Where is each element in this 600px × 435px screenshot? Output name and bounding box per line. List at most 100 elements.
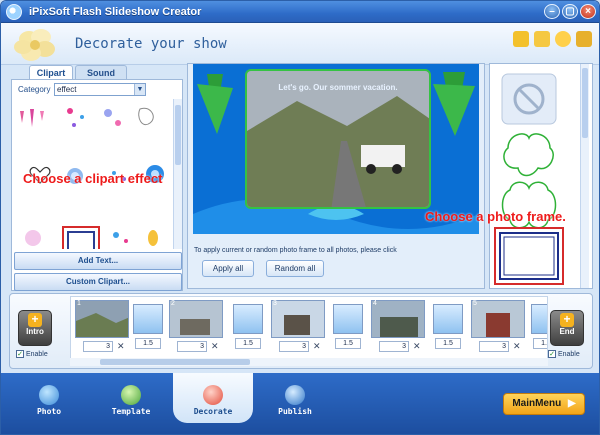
- clipart-outline[interactable]: [132, 103, 162, 133]
- transition-duration[interactable]: 1.5: [335, 338, 361, 349]
- slide-item[interactable]: 2 3 ✕: [169, 300, 223, 356]
- intro-enable-checkbox[interactable]: ✓: [16, 350, 24, 358]
- slide-number: 2: [171, 300, 175, 307]
- scrollbar-thumb[interactable]: [100, 359, 250, 365]
- maximize-button[interactable]: ▢: [562, 4, 578, 19]
- slide-duration[interactable]: 3: [479, 341, 509, 352]
- clipart-stars[interactable]: [62, 103, 92, 133]
- intro-enable[interactable]: ✓ Enable: [16, 350, 48, 358]
- tab-sound[interactable]: Sound: [75, 65, 127, 79]
- transition-item[interactable]: 1.5: [433, 304, 463, 356]
- frame-none[interactable]: [498, 70, 560, 128]
- nav-decorate[interactable]: Decorate: [173, 373, 253, 423]
- title-bar[interactable]: iPixSoft Flash Slideshow Creator – ▢ ×: [1, 1, 599, 23]
- frame-scrollbar[interactable]: [580, 64, 589, 288]
- timeline: + Intro ✓ Enable 1 3 ✕ 1.5 2 3 ✕ 1.5 3 3…: [9, 293, 593, 369]
- delete-icon[interactable]: ✕: [513, 341, 521, 352]
- chevron-down-icon[interactable]: ▼: [134, 84, 145, 95]
- nav-template[interactable]: Template: [91, 373, 171, 423]
- slide-number: 5: [473, 300, 477, 307]
- nav-photo[interactable]: Photo: [9, 373, 89, 423]
- delete-icon[interactable]: ✕: [413, 341, 421, 352]
- frame-double-border: [499, 232, 559, 280]
- slide-item[interactable]: 5 3 ✕: [471, 300, 525, 356]
- transition-item[interactable]: 1.5: [333, 304, 363, 356]
- transition-item[interactable]: 1.5: [233, 304, 263, 356]
- clipart-leaf[interactable]: [142, 227, 164, 249]
- slide-duration[interactable]: 3: [279, 341, 309, 352]
- apply-all-button[interactable]: Apply all: [202, 260, 254, 277]
- intro-slot: + Intro ✓ Enable: [14, 302, 60, 366]
- frame-cloud[interactable]: [498, 124, 560, 182]
- delete-icon[interactable]: ✕: [211, 341, 219, 352]
- transition-duration[interactable]: 1.5: [235, 338, 261, 349]
- delete-icon[interactable]: ✕: [313, 341, 321, 352]
- clipart-panel: Clipart Sound Category effect ▼ Add Text…: [11, 65, 183, 291]
- nav-publish-label: Publish: [278, 407, 312, 416]
- end-enable-checkbox[interactable]: ✓: [548, 350, 556, 358]
- nav-publish[interactable]: Publish: [255, 373, 335, 423]
- transition-item[interactable]: 1.5: [133, 304, 163, 356]
- transition-icon: [233, 304, 263, 334]
- category-label: Category: [18, 85, 51, 94]
- folder-icon[interactable]: [513, 31, 529, 47]
- clipart-sparkle[interactable]: [98, 103, 128, 133]
- photo-frame-panel: [489, 63, 593, 289]
- category-select[interactable]: effect ▼: [54, 83, 146, 96]
- scrollbar-thumb[interactable]: [582, 68, 588, 138]
- delete-icon[interactable]: ✕: [117, 341, 125, 352]
- custom-clipart-button[interactable]: Custom Clipart...: [14, 273, 182, 291]
- clipart-bits[interactable]: [108, 227, 134, 249]
- arrow-right-icon: ▶: [567, 398, 576, 409]
- save-icon[interactable]: [534, 31, 550, 47]
- main-menu-button[interactable]: MainMenu ▶: [503, 393, 585, 415]
- slide-item[interactable]: 1 3 ✕: [75, 300, 129, 356]
- transition-duration[interactable]: 1.5: [135, 338, 161, 349]
- help-icon[interactable]: [555, 31, 571, 47]
- clipart-selected-frame: [67, 231, 95, 249]
- slide-duration[interactable]: 3: [83, 341, 113, 352]
- nav-photo-label: Photo: [36, 407, 62, 416]
- close-button[interactable]: ×: [580, 4, 596, 19]
- transition-icon: [433, 304, 463, 334]
- scrollbar-thumb[interactable]: [175, 105, 181, 165]
- slide-number: 3: [273, 300, 277, 307]
- info-icon[interactable]: [576, 31, 592, 47]
- slide-strip: 1 3 ✕ 1.5 2 3 ✕ 1.5 3 3 ✕ 1.5 4 3 ✕ 1.5 …: [70, 296, 548, 366]
- preview-photo[interactable]: Let's go. Our sommer vacation.: [245, 69, 431, 209]
- minimize-button[interactable]: –: [544, 4, 560, 19]
- app-logo-icon: [6, 4, 22, 20]
- flower-logo-icon: [14, 29, 55, 61]
- end-label: End: [559, 327, 575, 336]
- random-all-button[interactable]: Random all: [266, 260, 324, 277]
- main-menu-label: MainMenu: [512, 398, 562, 409]
- transition-icon: [133, 304, 163, 334]
- slide-thumbnail: [471, 300, 525, 338]
- frame-selected[interactable]: [494, 227, 564, 285]
- slide-item[interactable]: 3 3 ✕: [271, 300, 325, 356]
- end-enable[interactable]: ✓ Enable: [548, 350, 580, 358]
- heart-icon: [203, 385, 223, 405]
- slide-number: 4: [373, 300, 377, 307]
- clipart-scrollbar[interactable]: [173, 99, 182, 249]
- tab-clipart[interactable]: Clipart: [29, 65, 73, 79]
- clipart-selected[interactable]: [62, 226, 100, 249]
- intro-enable-label: Enable: [25, 350, 48, 358]
- slide-duration[interactable]: 3: [177, 341, 207, 352]
- clipart-drips[interactable]: [16, 107, 52, 135]
- slide-item[interactable]: 4 3 ✕: [371, 300, 425, 356]
- clipart-glow[interactable]: [18, 227, 48, 249]
- slide-duration[interactable]: 3: [379, 341, 409, 352]
- timeline-scrollbar[interactable]: [70, 358, 548, 366]
- end-button[interactable]: + End: [550, 310, 584, 346]
- intro-button[interactable]: + Intro: [18, 310, 52, 346]
- camera-icon: [39, 385, 59, 405]
- frame-scallop[interactable]: [498, 176, 560, 234]
- window-title: iPixSoft Flash Slideshow Creator: [29, 6, 202, 18]
- end-slot: + End ✓ Enable: [546, 302, 592, 366]
- add-text-button[interactable]: Add Text...: [14, 252, 182, 270]
- intro-label: Intro: [26, 327, 44, 336]
- apply-frame-note: To apply current or random photo frame t…: [194, 247, 397, 254]
- transition-duration[interactable]: 1.5: [435, 338, 461, 349]
- slide-number: 1: [77, 300, 81, 307]
